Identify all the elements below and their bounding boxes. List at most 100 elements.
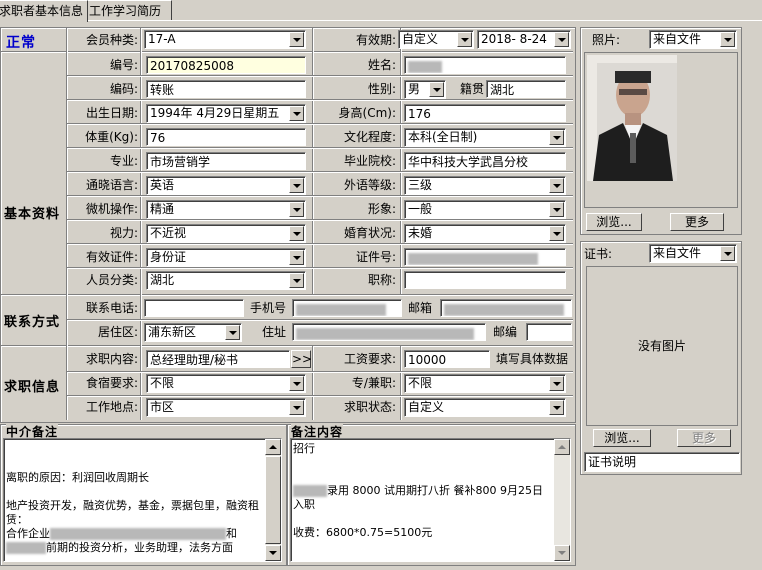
title-field[interactable] xyxy=(404,271,566,289)
certno-field[interactable] xyxy=(404,248,566,266)
school-field[interactable]: 华中科技大学武昌分校 xyxy=(404,152,566,170)
major-field[interactable]: 市场营销学 xyxy=(146,152,306,170)
location-select[interactable]: 市区 xyxy=(146,398,306,417)
chevron-down-icon[interactable] xyxy=(225,325,240,340)
agency-line: 离职的原因：利润回收周期长 xyxy=(6,471,149,484)
salary-field[interactable]: 10000 xyxy=(404,350,490,368)
birth-date-picker[interactable]: 1994年 4月29日星期五 xyxy=(146,104,306,123)
validity-date-picker[interactable]: 2018- 8-24 xyxy=(477,30,571,49)
salary-label: 工资要求: xyxy=(343,352,396,366)
category-select[interactable]: 湖北 xyxy=(146,271,306,290)
note-scrollbar[interactable] xyxy=(554,439,570,561)
chevron-down-icon[interactable] xyxy=(289,273,304,288)
chevron-down-icon[interactable] xyxy=(549,376,564,391)
district-label: 居住区: xyxy=(97,325,138,339)
photo-image xyxy=(587,55,677,181)
agency-line: 前期的投资分析，业务助理，法务方面 xyxy=(6,541,264,555)
pc-label: 微机操作: xyxy=(85,202,138,216)
chevron-down-icon[interactable] xyxy=(429,82,444,97)
certificate-more-button[interactable]: 更多 xyxy=(677,429,731,447)
chevron-down-icon[interactable] xyxy=(549,130,564,145)
fulltime-select[interactable]: 不限 xyxy=(404,374,566,393)
lang-select[interactable]: 英语 xyxy=(146,176,306,195)
chevron-down-icon[interactable] xyxy=(289,178,304,193)
certificate-empty-text: 没有图片 xyxy=(637,339,686,353)
certificate-browse-button[interactable]: 浏览... xyxy=(593,429,651,447)
chevron-down-icon[interactable] xyxy=(554,32,569,47)
email-label: 邮箱 xyxy=(408,301,433,315)
position-more-button[interactable]: >> xyxy=(291,350,312,368)
category-label: 人员分类: xyxy=(85,273,138,287)
name-field[interactable] xyxy=(404,56,566,74)
note-line: 招行 xyxy=(293,442,315,455)
chevron-down-icon[interactable] xyxy=(549,202,564,217)
langlevel-select[interactable]: 三级 xyxy=(404,176,566,195)
scroll-down-icon[interactable] xyxy=(554,545,570,561)
position-field[interactable]: 总经理助理/秘书 xyxy=(146,350,290,368)
tab-resume-label: 工作学习简历 xyxy=(89,4,162,18)
lang-label: 通晓语言: xyxy=(85,178,138,192)
phone-field[interactable] xyxy=(144,299,244,317)
mobile-label: 手机号 xyxy=(250,301,287,315)
redacted-email xyxy=(444,303,564,316)
scroll-up-icon[interactable] xyxy=(554,439,570,455)
chevron-down-icon[interactable] xyxy=(289,250,304,265)
chevron-down-icon[interactable] xyxy=(549,178,564,193)
image-label: 形象: xyxy=(367,202,396,216)
scroll-down-icon[interactable] xyxy=(265,545,281,561)
chevron-down-icon[interactable] xyxy=(457,32,472,47)
chevron-down-icon[interactable] xyxy=(289,376,304,391)
scroll-thumb[interactable] xyxy=(265,456,281,544)
chevron-down-icon[interactable] xyxy=(549,400,564,415)
photo-source-select[interactable]: 来自文件 xyxy=(649,30,737,49)
agency-line: 地产投资开发，融资优势，基金，票据包里，融资租赁： xyxy=(6,499,259,526)
certificate-source-select[interactable]: 来自文件 xyxy=(649,244,737,263)
chevron-down-icon[interactable] xyxy=(289,32,304,47)
agency-scrollbar[interactable] xyxy=(265,439,281,561)
board-select[interactable]: 不限 xyxy=(146,374,306,393)
photo-browse-button[interactable]: 浏览... xyxy=(586,213,642,231)
tab-basic-info[interactable]: 求职者基本信息 xyxy=(0,0,88,22)
height-label: 身高(Cm): xyxy=(338,106,396,120)
vision-select[interactable]: 不近视 xyxy=(146,224,306,243)
chevron-down-icon[interactable] xyxy=(720,32,735,47)
photo-more-button[interactable]: 更多 xyxy=(670,213,724,231)
id-field[interactable]: 20170825008 xyxy=(146,56,306,74)
pc-select[interactable]: 精通 xyxy=(146,200,306,219)
cert-select[interactable]: 身份证 xyxy=(146,248,306,267)
chevron-down-icon[interactable] xyxy=(289,202,304,217)
chevron-down-icon[interactable] xyxy=(289,226,304,241)
chevron-down-icon[interactable] xyxy=(289,106,304,121)
address-field[interactable] xyxy=(292,323,486,341)
zip-label: 邮编 xyxy=(493,325,518,339)
certificate-desc-field[interactable]: 证书说明 xyxy=(584,452,740,472)
member-type-select[interactable]: 17-A xyxy=(144,30,306,49)
district-select[interactable]: 浦东新区 xyxy=(144,323,242,342)
weight-field[interactable]: 76 xyxy=(146,128,306,146)
scroll-up-icon[interactable] xyxy=(265,439,281,455)
validity-mode-select[interactable]: 自定义 xyxy=(398,30,474,49)
native-field[interactable]: 湖北 xyxy=(486,80,566,98)
marital-select[interactable]: 未婚 xyxy=(404,224,566,243)
edu-select[interactable]: 本科(全日制) xyxy=(404,128,566,147)
state-select[interactable]: 自定义 xyxy=(404,398,566,417)
zip-field[interactable] xyxy=(526,323,572,341)
tab-resume[interactable]: 工作学习简历 xyxy=(84,0,172,21)
mobile-field[interactable] xyxy=(292,299,402,317)
chevron-down-icon[interactable] xyxy=(289,400,304,415)
image-select[interactable]: 一般 xyxy=(404,200,566,219)
note-memo[interactable]: 招行 录用 8000 试用期打八折 餐补800 9月25日入职 收费：6800*… xyxy=(290,438,571,562)
chevron-down-icon[interactable] xyxy=(720,246,735,261)
code-field[interactable]: 转账 xyxy=(146,80,306,98)
agency-note-memo[interactable]: 离职的原因：利润回收周期长 地产投资开发，融资优势，基金，票据包里，融资租赁： … xyxy=(3,438,282,562)
height-field[interactable]: 176 xyxy=(404,104,566,122)
gender-select[interactable]: 男 xyxy=(404,80,446,99)
name-label: 姓名: xyxy=(367,58,396,72)
fulltime-label: 专/兼职: xyxy=(351,376,396,390)
status-label: 正常 xyxy=(6,35,36,51)
email-field[interactable] xyxy=(440,299,572,317)
phone-label: 联系电话: xyxy=(85,301,138,315)
chevron-down-icon[interactable] xyxy=(549,226,564,241)
position-label: 求职内容: xyxy=(85,352,138,366)
address-label: 住址 xyxy=(262,325,287,339)
